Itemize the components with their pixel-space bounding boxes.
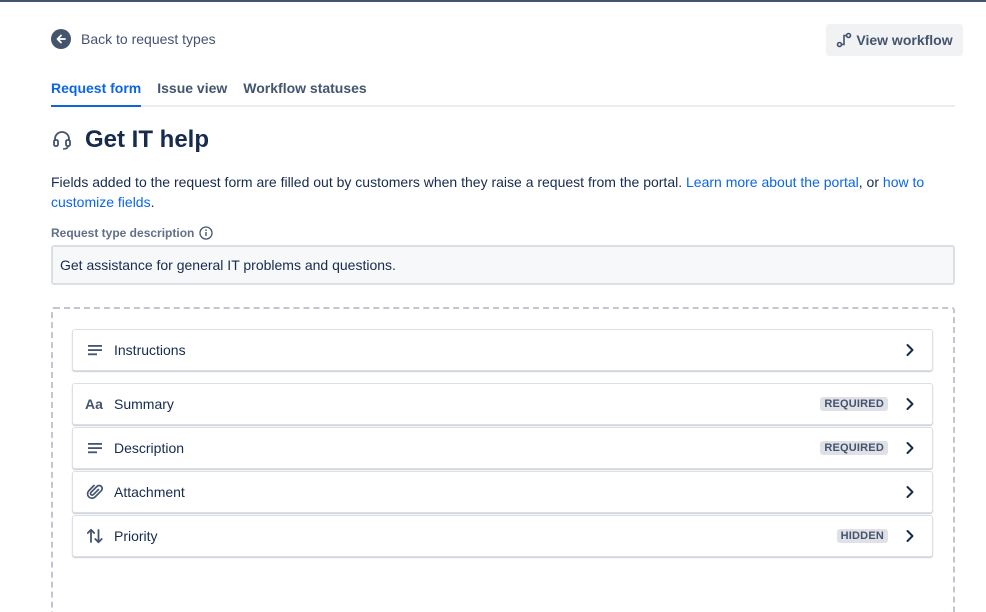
intro-text-end: . xyxy=(150,194,155,210)
tab-workflow-statuses[interactable]: Workflow statuses xyxy=(243,80,366,107)
field-description[interactable]: Description REQUIRED xyxy=(72,427,933,469)
request-type-description-input[interactable]: Get assistance for general IT problems a… xyxy=(51,245,955,285)
chevron-right-icon xyxy=(902,396,918,412)
paperclip-icon xyxy=(85,482,105,502)
sort-arrows-icon xyxy=(85,526,105,546)
description-label: Request type description xyxy=(51,226,214,240)
arrow-left-icon xyxy=(51,29,71,49)
workflow-icon xyxy=(836,32,852,48)
text-lines-icon xyxy=(85,340,105,360)
learn-more-portal-link[interactable]: Learn more about the portal xyxy=(686,174,859,190)
required-badge: REQUIRED xyxy=(820,441,888,455)
field-attachment[interactable]: Attachment xyxy=(72,471,933,513)
chevron-right-icon xyxy=(902,528,918,544)
info-icon[interactable] xyxy=(199,226,214,240)
text-lines-icon xyxy=(85,438,105,458)
field-name: Priority xyxy=(114,528,158,544)
tab-request-form[interactable]: Request form xyxy=(51,80,142,107)
field-name: Attachment xyxy=(114,484,185,500)
headset-icon xyxy=(51,129,73,151)
field-name: Description xyxy=(114,440,185,456)
field-name: Instructions xyxy=(114,342,186,358)
page-title: Get IT help xyxy=(85,126,210,153)
required-badge: REQUIRED xyxy=(820,397,888,411)
page-header: Get IT help xyxy=(51,126,209,154)
top-border xyxy=(0,0,986,2)
tab-bar: Request form Issue view Workflow statuse… xyxy=(51,80,955,107)
view-workflow-button[interactable]: View workflow xyxy=(826,24,963,56)
chevron-right-icon xyxy=(902,342,918,358)
intro-text-mid: , or xyxy=(858,174,883,190)
field-summary[interactable]: Aa Summary REQUIRED xyxy=(72,383,933,425)
chevron-right-icon xyxy=(902,440,918,456)
description-label-text: Request type description xyxy=(51,226,195,240)
svg-text:Aa: Aa xyxy=(85,397,103,411)
view-workflow-label: View workflow xyxy=(856,32,953,48)
chevron-right-icon xyxy=(902,484,918,500)
tab-issue-view[interactable]: Issue view xyxy=(157,80,227,107)
intro-text-part: Fields added to the request form are fil… xyxy=(51,174,686,190)
text-style-icon: Aa xyxy=(85,394,105,414)
hidden-badge: HIDDEN xyxy=(836,529,888,543)
intro-text: Fields added to the request form are fil… xyxy=(51,172,951,212)
back-label: Back to request types xyxy=(81,31,216,47)
back-to-request-types-link[interactable]: Back to request types xyxy=(51,29,216,49)
field-priority[interactable]: Priority HIDDEN xyxy=(72,515,933,557)
field-name: Summary xyxy=(114,396,174,412)
field-instructions[interactable]: Instructions xyxy=(72,329,933,371)
